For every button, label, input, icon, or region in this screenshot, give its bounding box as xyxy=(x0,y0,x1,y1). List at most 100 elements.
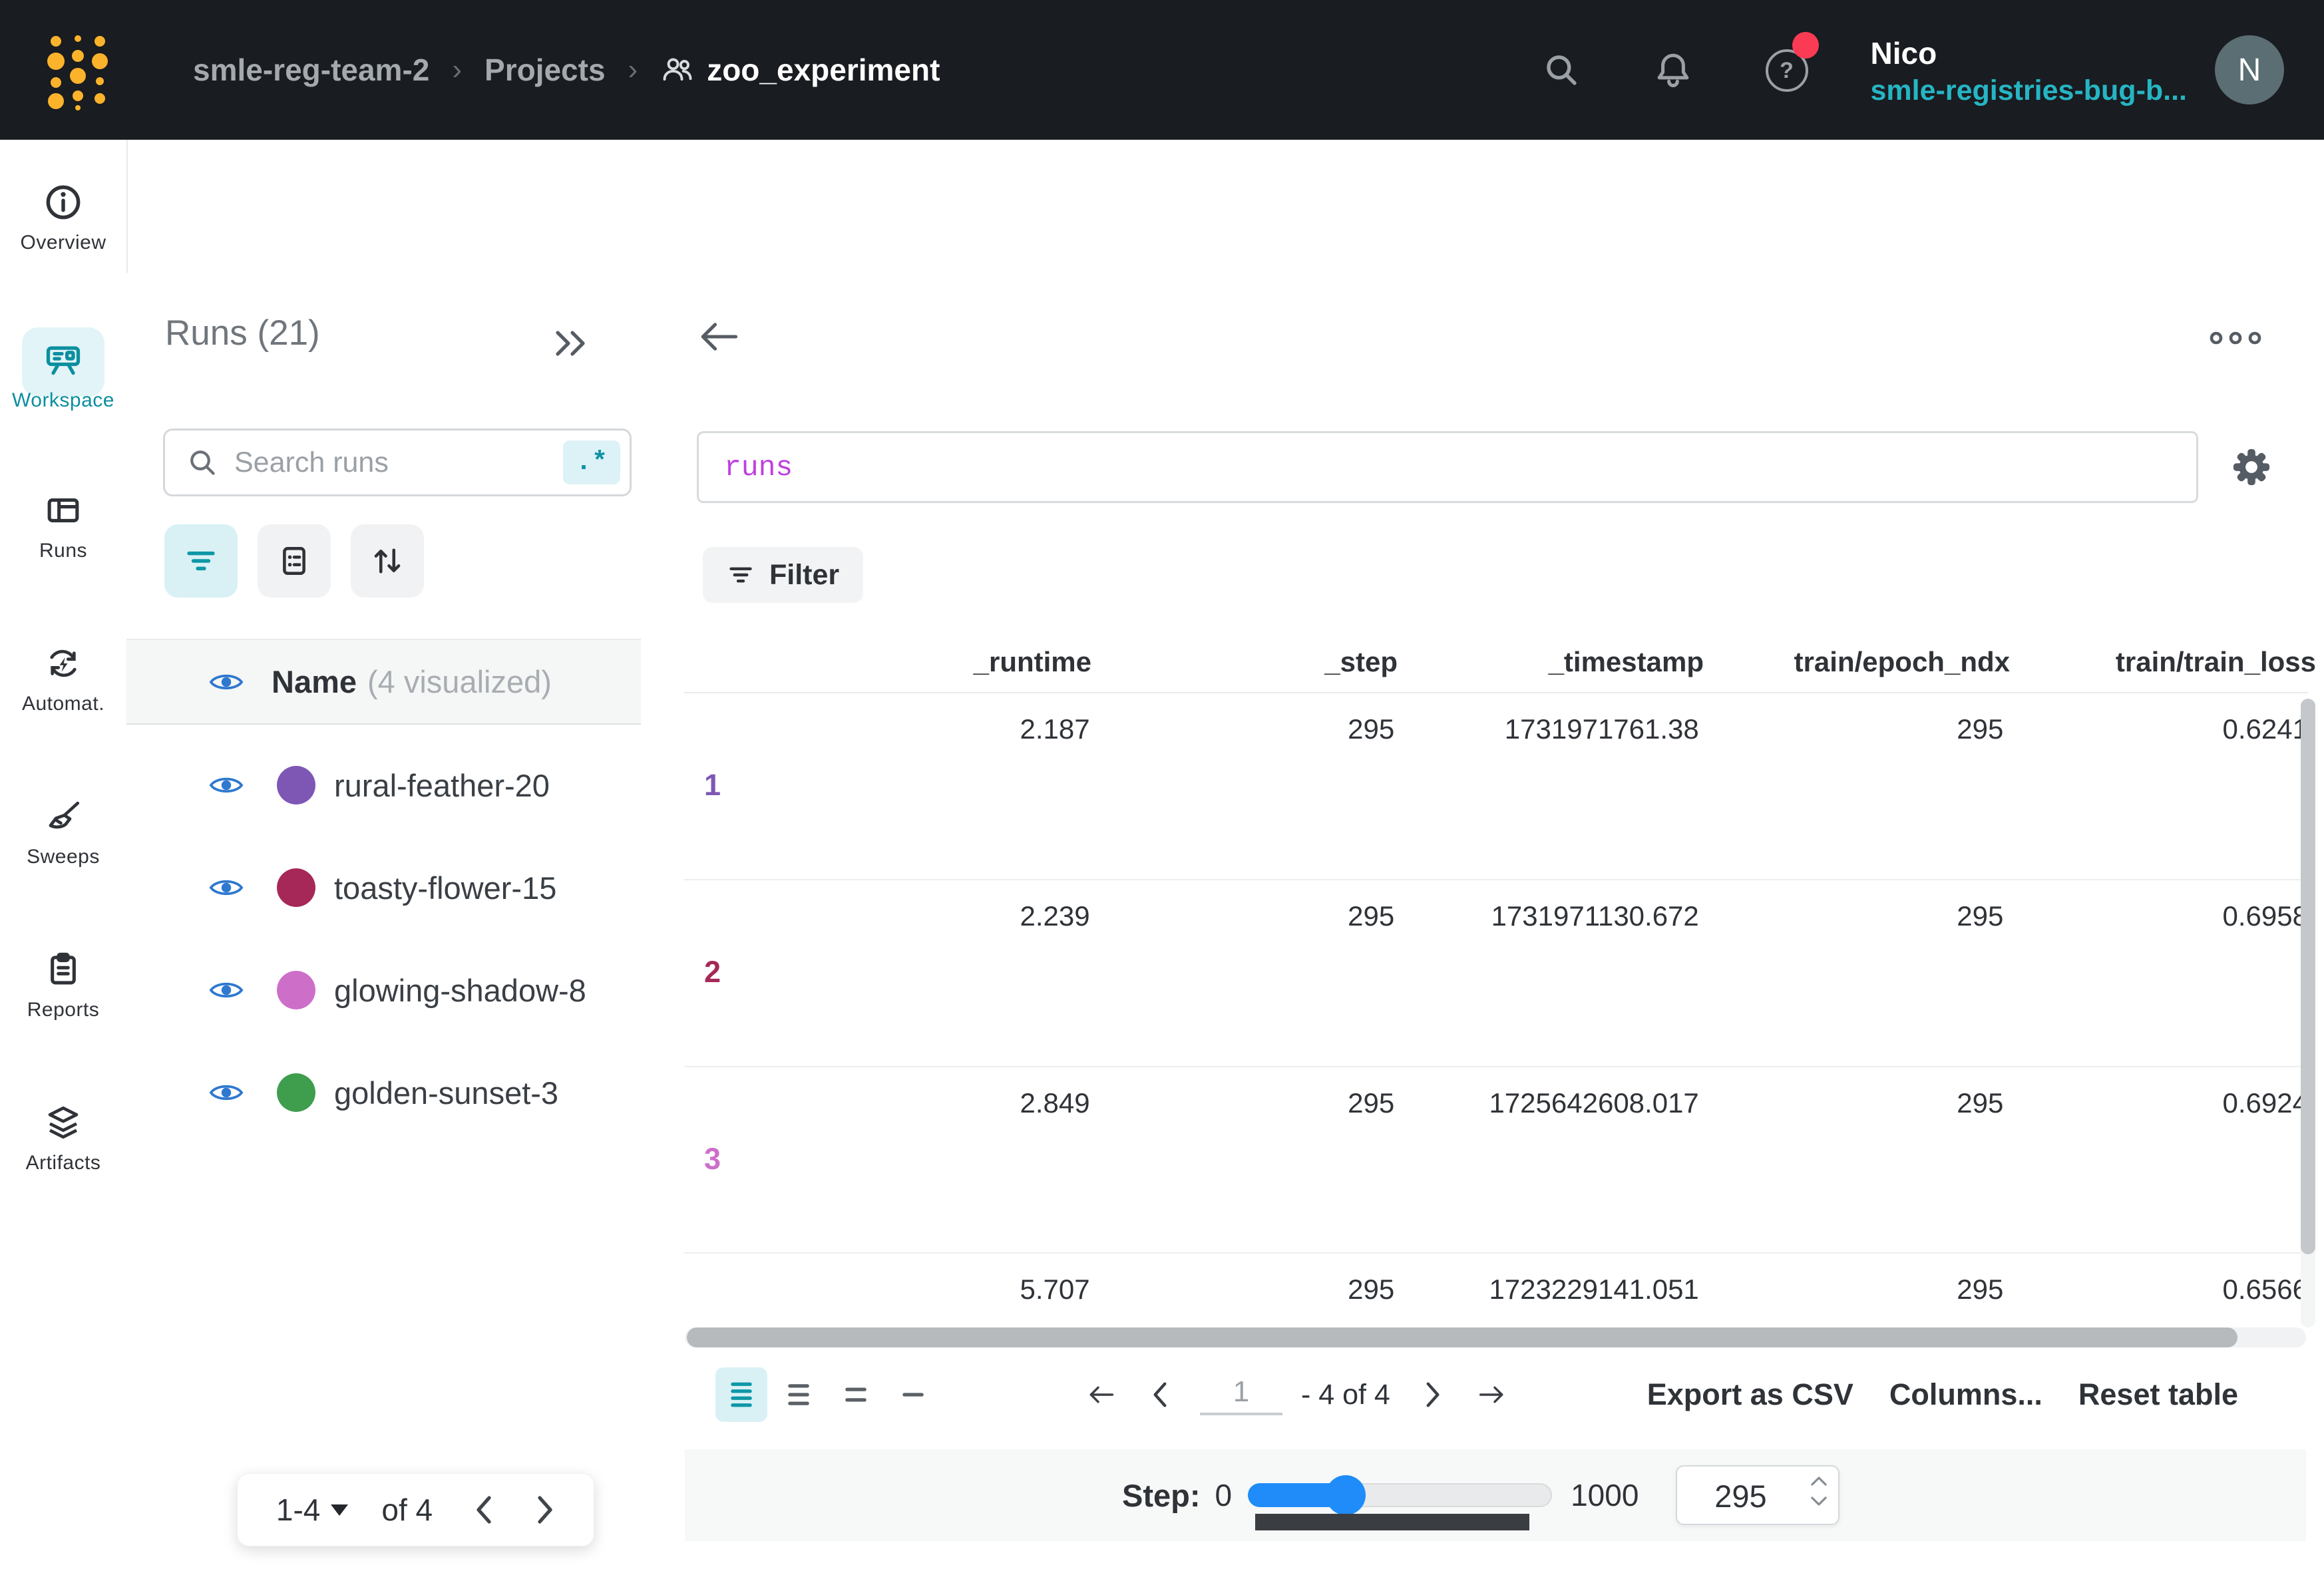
columns-button[interactable]: Columns... xyxy=(1889,1377,2042,1412)
horizontal-scrollbar[interactable] xyxy=(685,1327,2306,1347)
breadcrumb-team[interactable]: smle-reg-team-2 xyxy=(193,52,429,88)
runs-filter-button[interactable] xyxy=(164,524,238,598)
visibility-toggle[interactable] xyxy=(209,876,244,900)
runs-table-icon xyxy=(44,491,83,530)
breadcrumb-project[interactable]: zoo_experiment xyxy=(660,52,940,88)
panel-query-input[interactable] xyxy=(697,431,2198,503)
column-header[interactable]: train/train_loss xyxy=(2010,646,2316,678)
vertical-scrollbar[interactable] xyxy=(2301,699,2315,1327)
run-name: toasty-flower-15 xyxy=(334,870,556,906)
sidebar-item-artifacts[interactable]: Artifacts xyxy=(0,1103,126,1174)
settings-button[interactable] xyxy=(2231,446,2272,488)
next-page-button[interactable] xyxy=(535,1495,555,1524)
sidebar-item-sweeps[interactable]: Sweeps xyxy=(0,797,126,868)
regex-toggle-button[interactable]: .* xyxy=(563,440,620,484)
artifacts-layers-icon xyxy=(44,1103,83,1142)
scrollbar-thumb[interactable] xyxy=(687,1327,2237,1347)
visibility-toggle[interactable] xyxy=(209,978,244,1002)
run-name: golden-sunset-3 xyxy=(334,1075,558,1111)
meatballs-icon xyxy=(2209,330,2262,346)
page-number-input[interactable] xyxy=(1200,1375,1282,1415)
step-slider[interactable] xyxy=(1248,1483,1552,1507)
workspace-header: Nico's workspace N Personal workspace Au… xyxy=(126,140,2324,274)
eye-icon xyxy=(209,773,244,797)
cell-train-loss: 0.6924 xyxy=(2003,1087,2308,1119)
run-color-dot xyxy=(277,1073,315,1112)
row-index[interactable]: 2 xyxy=(704,955,721,989)
row-height-xlarge-button[interactable] xyxy=(887,1367,939,1422)
user-menu[interactable]: Nico smle-registries-bug-b... xyxy=(1871,33,2187,106)
bell-icon[interactable] xyxy=(1654,51,1692,89)
export-csv-button[interactable]: Export as CSV xyxy=(1647,1377,1853,1412)
column-header[interactable]: _runtime xyxy=(785,646,1091,678)
caret-down-icon[interactable] xyxy=(1810,1496,1828,1506)
last-page-button[interactable] xyxy=(1477,1381,1507,1408)
automations-icon xyxy=(44,644,83,683)
visibility-toggle[interactable] xyxy=(209,1081,244,1105)
run-row[interactable]: toasty-flower-15 xyxy=(126,836,641,939)
sidebar-item-reports[interactable]: Reports xyxy=(0,950,126,1021)
column-header[interactable]: _timestamp xyxy=(1398,646,1704,678)
user-name: Nico xyxy=(1871,33,2187,74)
sidebar-label: Sweeps xyxy=(0,846,126,868)
help-button[interactable]: ? xyxy=(1766,49,1807,90)
run-row[interactable]: rural-feather-20 xyxy=(126,734,641,836)
row-height-medium-button[interactable] xyxy=(773,1367,825,1422)
prev-page-button[interactable] xyxy=(1151,1381,1169,1408)
filter-label: Filter xyxy=(769,559,839,592)
step-value-input[interactable] xyxy=(1677,1467,1798,1525)
column-header[interactable]: train/epoch_ndx xyxy=(1704,646,2010,678)
caret-up-icon[interactable] xyxy=(1810,1476,1828,1487)
scrollbar-thumb[interactable] xyxy=(2301,699,2315,1254)
run-row[interactable]: glowing-shadow-8 xyxy=(126,939,641,1041)
step-label: Step: xyxy=(1122,1477,1201,1514)
first-page-button[interactable] xyxy=(1085,1381,1116,1408)
table-filter-button[interactable]: Filter xyxy=(703,547,863,603)
sidebar-label: Runs xyxy=(0,540,126,562)
table-overflow-menu[interactable] xyxy=(2209,330,2262,346)
reset-table-button[interactable]: Reset table xyxy=(2078,1377,2238,1412)
breadcrumb-projects[interactable]: Projects xyxy=(484,52,606,88)
slider-thumb[interactable] xyxy=(1326,1475,1366,1515)
run-row[interactable]: golden-sunset-3 xyxy=(126,1041,641,1144)
gear-icon xyxy=(2231,446,2272,488)
runs-sort-button[interactable] xyxy=(351,524,424,598)
column-header[interactable]: _step xyxy=(1091,646,1398,678)
next-page-button[interactable] xyxy=(1424,1381,1442,1408)
step-max-label: 1000 xyxy=(1571,1477,1639,1513)
page-range-dropdown[interactable]: 1-4 xyxy=(276,1492,348,1528)
row-index[interactable]: 3 xyxy=(704,1142,721,1176)
table-footer: - 4 of 4 Export as CSV Columns... xyxy=(641,1363,2324,1426)
table-row[interactable]: 1 2.187 295 1731971761.38 295 0.6241 xyxy=(684,693,2308,880)
eye-icon xyxy=(209,670,244,694)
table-row[interactable]: 5.707 295 1723229141.051 295 0.6566 xyxy=(684,1254,2308,1328)
row-height-small-button[interactable] xyxy=(715,1367,767,1422)
cell-epoch-ndx: 295 xyxy=(1699,713,2004,745)
sidebar-label: Reports xyxy=(0,999,126,1021)
cell-step: 295 xyxy=(1090,1274,1395,1306)
runs-count-title: Runs (21) xyxy=(165,313,320,353)
avatar[interactable]: N xyxy=(2215,35,2284,104)
table-row[interactable]: 3 2.849 295 1725642608.017 295 0.6924 xyxy=(684,1067,2308,1254)
row-index[interactable]: 1 xyxy=(704,768,721,802)
eye-icon xyxy=(209,978,244,1002)
row-height-large-button[interactable] xyxy=(830,1367,882,1422)
double-chevron-right-icon xyxy=(551,327,591,359)
back-button[interactable] xyxy=(698,318,739,355)
sidebar-item-overview[interactable]: Overview xyxy=(0,183,126,254)
runs-group-button[interactable] xyxy=(258,524,331,598)
search-runs-input[interactable] xyxy=(233,446,563,480)
visibility-all-toggle[interactable] xyxy=(209,670,244,694)
prev-page-button[interactable] xyxy=(474,1495,494,1524)
search-icon[interactable] xyxy=(1542,51,1581,89)
table-row[interactable]: 2 2.239 295 1731971130.672 295 0.6958 xyxy=(684,880,2308,1067)
collapse-panel-button[interactable] xyxy=(551,327,591,363)
visibility-toggle[interactable] xyxy=(209,773,244,797)
wandb-logo-icon[interactable] xyxy=(45,32,109,114)
user-org-link: smle-registries-bug-b... xyxy=(1871,75,2187,107)
cell-runtime: 5.707 xyxy=(785,1274,1090,1306)
sidebar-item-automations[interactable]: Automat. xyxy=(0,644,126,715)
cell-train-loss: 0.6566 xyxy=(2003,1274,2308,1306)
sidebar-item-runs[interactable]: Runs xyxy=(0,491,126,562)
sidebar-item-workspace[interactable]: Workspace xyxy=(0,339,126,412)
